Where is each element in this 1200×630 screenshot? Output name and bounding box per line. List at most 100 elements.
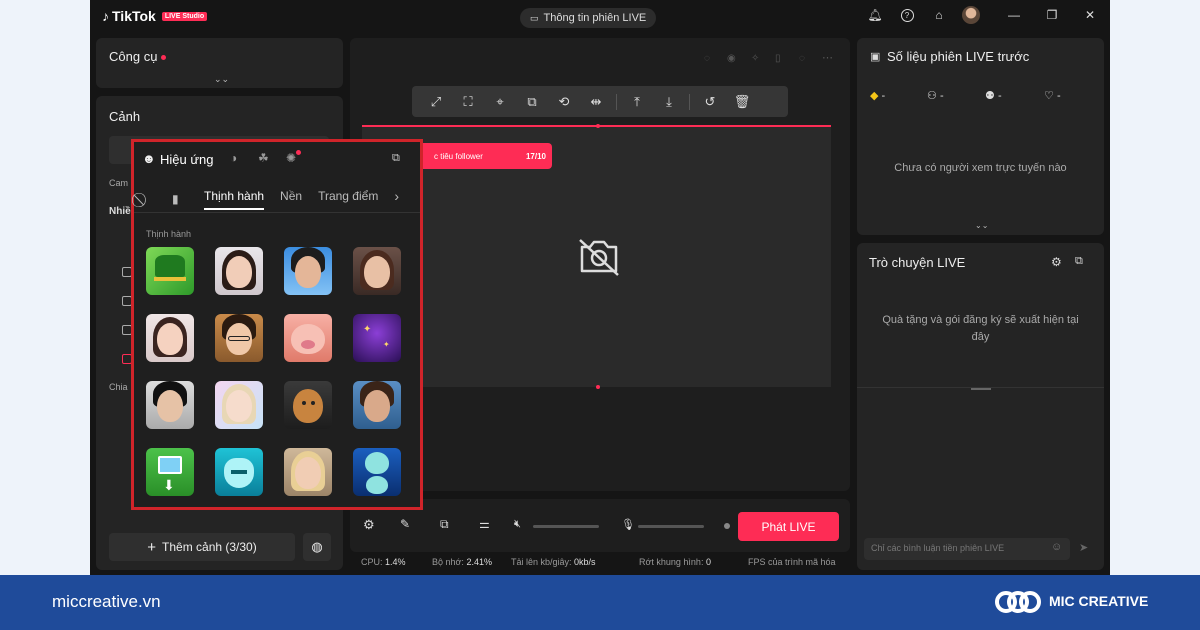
home-icon[interactable]: ⌂ xyxy=(931,7,947,23)
stat-cpu: CPU: 1.4% xyxy=(361,557,406,567)
bookmark-icon[interactable]: ▮ xyxy=(172,192,202,206)
restore-icon[interactable]: ❐ xyxy=(1044,7,1060,23)
help-icon[interactable]: ? xyxy=(899,7,915,23)
stat-encoder-fps: FPS của trình mã hóa xyxy=(748,557,843,567)
lightbulb-icon[interactable]: ◌ xyxy=(704,53,710,64)
stat-value: 0kb/s xyxy=(574,557,596,567)
more-icon[interactable]: ◌ xyxy=(799,53,805,64)
studio-badge: LIVE Studio xyxy=(161,11,208,21)
session-info-button[interactable]: ▭ Thông tin phiên LIVE xyxy=(520,8,657,28)
fullscreen-icon[interactable]: ⛶ xyxy=(452,90,484,114)
sticker-icon[interactable]: ✺ xyxy=(286,151,296,165)
pig-face-effect[interactable] xyxy=(284,314,332,362)
woman-portrait-effect[interactable] xyxy=(215,247,263,295)
toolbar-divider xyxy=(689,93,690,110)
stat-label: CPU: xyxy=(361,557,383,567)
chat-title: Trò chuyện LIVE xyxy=(869,255,966,270)
no-effect-icon[interactable]: ⃠ xyxy=(142,191,166,208)
emoji-icon[interactable]: ☺ xyxy=(1051,541,1062,553)
filter-icon[interactable]: ◑ xyxy=(230,151,237,165)
followers-metric: ⚉ - xyxy=(985,89,1002,102)
speaker-volume-slider[interactable] xyxy=(533,525,599,528)
toolbar-divider xyxy=(616,93,617,110)
send-back-icon[interactable]: ⤓ xyxy=(653,90,685,114)
girl-portrait-effect[interactable] xyxy=(146,314,194,362)
magic-wand-icon[interactable]: ✎ xyxy=(400,517,410,531)
goal-count: 17/10 xyxy=(525,151,546,161)
crop-icon[interactable]: ⧉ xyxy=(516,90,548,114)
add-scene-label: Thêm cảnh (3/30) xyxy=(162,540,257,554)
expand-chevron-icon[interactable]: ⌄⌄ xyxy=(214,74,229,85)
minimize-icon[interactable]: — xyxy=(1006,7,1022,23)
add-scene-button[interactable]: + Thêm cảnh (3/30) xyxy=(109,533,295,561)
viewers-metric: ⚇ - xyxy=(927,89,944,102)
microphone-icon[interactable]: 🎙︎ xyxy=(621,518,635,531)
woman-portrait-effect[interactable] xyxy=(353,247,401,295)
tools-title: Công cụ xyxy=(109,49,167,64)
chevron-right-icon[interactable]: › xyxy=(394,188,399,211)
man-portrait-effect[interactable] xyxy=(353,381,401,429)
stats-title: Số liệu phiên LIVE trước xyxy=(887,49,1030,64)
purple-sparkle-effect[interactable]: ✦ ✦ xyxy=(353,314,401,362)
portrait-icon[interactable]: ▯ xyxy=(775,53,781,64)
drag-handle[interactable] xyxy=(971,388,991,390)
cyan-mask-effect[interactable] xyxy=(215,448,263,496)
fit-icon[interactable]: ⤢ xyxy=(420,90,452,114)
footer-url[interactable]: miccreative.vn xyxy=(52,592,161,612)
popout-icon[interactable]: ⧉ xyxy=(1075,255,1083,268)
settings-icon[interactable]: ⚙︎ xyxy=(1051,255,1062,269)
gingerbread-effect[interactable] xyxy=(284,381,332,429)
multi-label: Nhiề xyxy=(109,206,131,217)
mic-volume-slider[interactable] xyxy=(638,525,704,528)
alien-face-effect[interactable] xyxy=(353,448,401,496)
blonde-woman-effect[interactable] xyxy=(284,448,332,496)
stat-memory: Bộ nhớ: 2.41% xyxy=(432,557,492,567)
edit-toolbar: ⤢ ⛶ ⌖ ⧉ ⟲ ⇹ ⤒ ⤓ ↺ 🗑︎ xyxy=(412,86,788,117)
chat-placeholder: Chỉ các bình luận tiền phiên LIVE xyxy=(871,543,1005,553)
rotate-icon[interactable]: ⟲ xyxy=(548,90,580,114)
layout-icon[interactable]: ⧉ xyxy=(440,517,449,532)
image-download-effect[interactable]: ⬇ xyxy=(146,448,194,496)
glasses-man-effect[interactable] xyxy=(215,314,263,362)
share-label: Chia xyxy=(109,382,128,392)
sparkle-icon[interactable]: ✧ xyxy=(751,53,759,64)
popout-icon[interactable]: ⧉ xyxy=(392,152,400,165)
center-icon[interactable]: ⌖ xyxy=(484,90,516,114)
go-live-button[interactable]: Phát LIVE xyxy=(738,512,839,541)
chart-icon: ▣ xyxy=(870,51,881,63)
beauty-icon[interactable]: ☘ xyxy=(258,151,269,165)
stat-value: 2.41% xyxy=(466,557,492,567)
undo-icon[interactable]: ↺ xyxy=(694,90,726,114)
green-hat-effect[interactable] xyxy=(146,247,194,295)
close-icon[interactable]: ✕ xyxy=(1082,7,1098,23)
avatar[interactable] xyxy=(962,6,980,24)
add-user-icon: ⚉ xyxy=(985,90,995,102)
plus-icon: + xyxy=(147,538,157,556)
resize-handle[interactable] xyxy=(596,124,600,128)
settings-icon[interactable]: ⚙︎ xyxy=(363,517,375,533)
flip-icon[interactable]: ⇹ xyxy=(580,90,612,114)
adjust-icon[interactable]: ⚌ xyxy=(479,517,490,531)
heart-icon: ♡ xyxy=(1044,90,1054,102)
resize-handle[interactable] xyxy=(596,385,600,389)
tab-trending[interactable]: Thịnh hành xyxy=(204,189,265,210)
trash-icon[interactable]: 🗑︎ xyxy=(726,90,758,114)
bring-front-icon[interactable]: ⤒ xyxy=(621,90,653,114)
tab-makeup[interactable]: Trang điểm xyxy=(318,189,378,210)
footer-brand: MIC CREATIVE xyxy=(1049,593,1149,609)
record-icon[interactable]: ◉ xyxy=(727,53,736,64)
more-options-icon[interactable]: ⋯ xyxy=(822,51,833,64)
users-icon: ⚇ xyxy=(927,90,937,102)
blonde-glow-effect[interactable] xyxy=(215,381,263,429)
theme-palette-button[interactable]: ◍ xyxy=(303,533,331,561)
chat-input[interactable]: Chỉ các bình luận tiền phiên LIVE ☺ xyxy=(864,538,1070,560)
man-portrait-effect[interactable] xyxy=(146,381,194,429)
speaker-muted-icon[interactable]: 🔇︎ xyxy=(514,518,521,531)
stat-dropped-frames: Rớt khung hình: 0 xyxy=(639,557,711,567)
blue-sky-man-effect[interactable] xyxy=(284,247,332,295)
expand-chevron-icon[interactable]: ⌄⌄ xyxy=(975,221,988,230)
send-icon[interactable]: ➤ xyxy=(1079,541,1088,554)
app-name: TikTok xyxy=(112,8,156,24)
tab-background[interactable]: Nền xyxy=(280,189,302,210)
bell-icon[interactable]: 🔔︎ xyxy=(867,7,883,23)
